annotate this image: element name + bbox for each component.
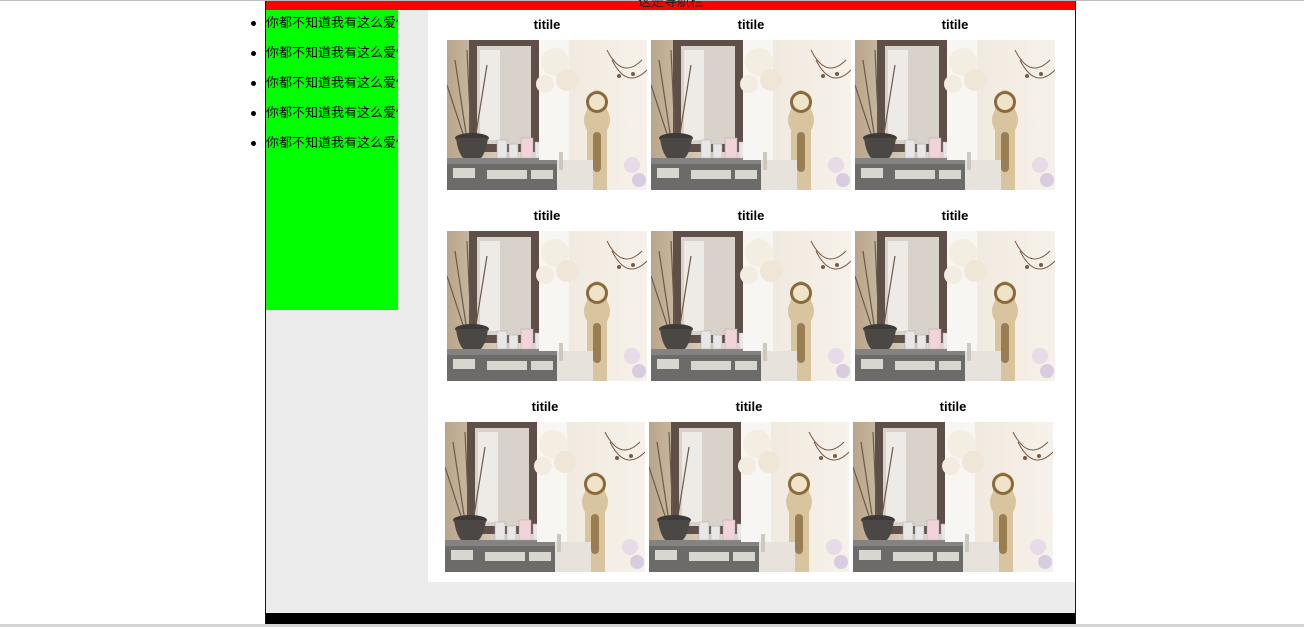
bullet-icon bbox=[251, 111, 256, 116]
room-interior-photo bbox=[651, 40, 851, 190]
room-interior-photo bbox=[855, 40, 1055, 190]
sidebar-item-label: 你都不知道我有这么爱你 bbox=[266, 46, 398, 61]
gallery-card[interactable]: titile bbox=[649, 392, 849, 572]
sidebar-item-5[interactable]: 你都不知道我有这么爱你 bbox=[250, 130, 398, 160]
sidebar-item-4[interactable]: 你都不知道我有这么爱你 bbox=[250, 100, 398, 130]
card-title: titile bbox=[737, 17, 765, 32]
sidebar-item-1[interactable]: 你都不知道我有这么爱你 bbox=[250, 10, 398, 40]
navbar-title: 这是导航栏 bbox=[637, 0, 703, 10]
gallery-card[interactable]: titile bbox=[651, 201, 851, 381]
card-title: titile bbox=[531, 399, 559, 414]
gallery-card[interactable]: titile bbox=[853, 392, 1053, 572]
sidebar-item-3[interactable]: 你都不知道我有这么爱你 bbox=[250, 70, 398, 100]
bullet-icon bbox=[251, 141, 256, 146]
gallery-card[interactable]: titile bbox=[855, 10, 1055, 190]
bullet-icon bbox=[251, 81, 256, 86]
gallery: titile titile titile titile titile titil… bbox=[428, 10, 1075, 582]
card-title: titile bbox=[533, 17, 561, 32]
sidebar-item-2[interactable]: 你都不知道我有这么爱你 bbox=[250, 40, 398, 70]
card-title: titile bbox=[737, 208, 765, 223]
gallery-card[interactable]: titile bbox=[445, 392, 645, 572]
card-title: titile bbox=[735, 399, 763, 414]
sidebar-item-label: 你都不知道我有这么爱你 bbox=[266, 16, 398, 31]
room-interior-photo bbox=[447, 231, 647, 381]
bullet-icon bbox=[251, 21, 256, 26]
room-interior-photo bbox=[649, 422, 849, 572]
room-interior-photo bbox=[855, 231, 1055, 381]
sidebar-item-label: 你都不知道我有这么爱你 bbox=[266, 76, 398, 91]
sidebar-item-label: 你都不知道我有这么爱你 bbox=[266, 106, 398, 121]
card-title: titile bbox=[533, 208, 561, 223]
gallery-card[interactable]: titile bbox=[447, 201, 647, 381]
room-interior-photo bbox=[853, 422, 1053, 572]
room-interior-photo bbox=[445, 422, 645, 572]
room-interior-photo bbox=[651, 231, 851, 381]
sidebar-item-label: 你都不知道我有这么爱你 bbox=[266, 136, 398, 151]
room-interior-photo bbox=[447, 40, 647, 190]
gallery-card[interactable]: titile bbox=[855, 201, 1055, 381]
card-title: titile bbox=[939, 399, 967, 414]
gallery-card[interactable]: titile bbox=[447, 10, 647, 190]
sidebar-menu: 你都不知道我有这么爱你 你都不知道我有这么爱你 你都不知道我有这么爱你 你都不知… bbox=[250, 10, 398, 160]
bullet-icon bbox=[251, 51, 256, 56]
navbar: 这是导航栏 bbox=[266, 0, 1075, 10]
card-title: titile bbox=[941, 208, 969, 223]
card-title: titile bbox=[941, 17, 969, 32]
gallery-card[interactable]: titile bbox=[651, 10, 851, 190]
page-container: 这是导航栏 你都不知道我有这么爱你 你都不知道我有这么爱你 你都不知道我有这么爱… bbox=[251, 0, 1076, 627]
